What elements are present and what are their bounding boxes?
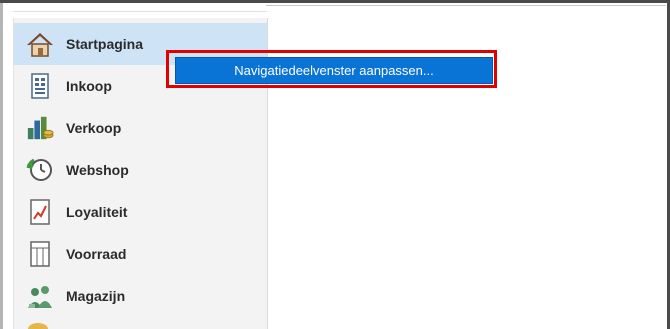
sales-icon: [26, 113, 54, 143]
window-top-border: [0, 0, 670, 3]
inventory-icon: [26, 239, 54, 269]
sidebar-item-label: Magazijn: [66, 288, 126, 304]
sidebar-item-loyaliteit[interactable]: Loyaliteit: [14, 191, 267, 233]
sidebar-item-voorraad[interactable]: Voorraad: [14, 233, 267, 275]
loyalty-icon: [26, 197, 54, 227]
partial-icon: [26, 317, 54, 329]
purchase-icon: [26, 71, 54, 101]
sidebar-item-partial[interactable]: [14, 317, 267, 329]
sidebar-item-label: Voorraad: [66, 246, 127, 262]
window-left-border: [0, 3, 3, 329]
sidebar-divider: [13, 11, 267, 12]
webshop-icon: [26, 155, 54, 185]
sidebar-item-label: Inkoop: [66, 78, 112, 94]
sidebar-item-label: Startpagina: [66, 36, 144, 52]
sidebar-item-label: Verkoop: [66, 120, 122, 136]
context-menu-item-customize-navigation-pane[interactable]: Navigatiedeelvenster aanpassen...: [175, 57, 493, 84]
sidebar-item-label: Webshop: [66, 162, 129, 178]
sidebar-item-verkoop[interactable]: Verkoop: [14, 107, 267, 149]
warehouse-icon: [26, 281, 54, 311]
main-pane-divider: [266, 5, 666, 6]
context-menu-item-label: Navigatiedeelvenster aanpassen...: [234, 63, 434, 78]
sidebar-item-label: Loyaliteit: [66, 204, 128, 220]
home-icon: [26, 29, 54, 59]
sidebar-item-webshop[interactable]: Webshop: [14, 149, 267, 191]
sidebar-item-magazijn[interactable]: Magazijn: [14, 275, 267, 317]
